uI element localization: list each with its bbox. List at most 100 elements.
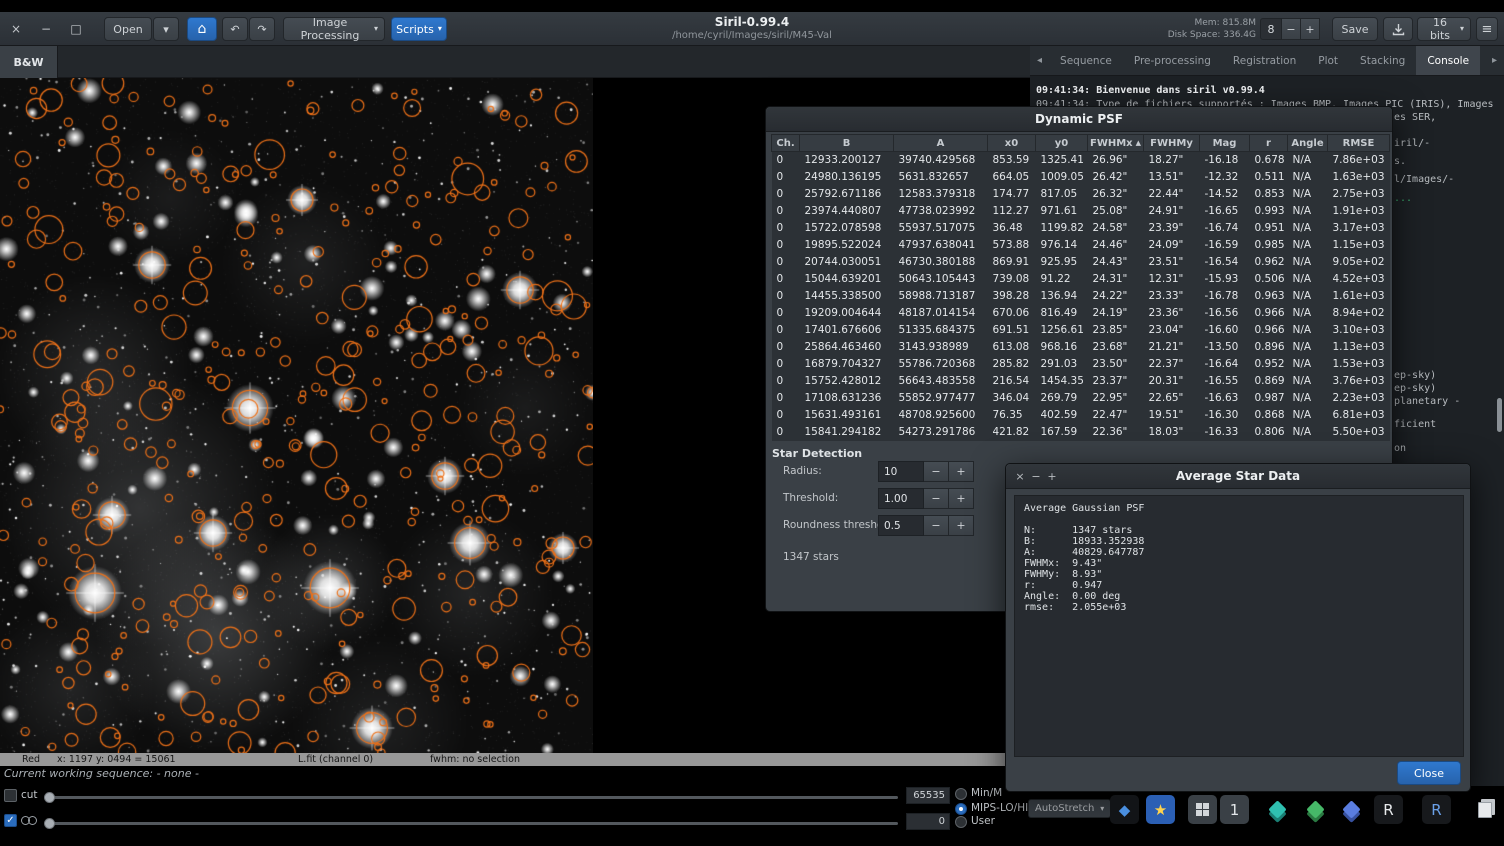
radius-spinbox[interactable]: − + xyxy=(878,461,974,482)
table-row[interactable]: 0 25792.671186 12583.379318 174.77 817.05 26.… xyxy=(771,185,1390,203)
lo-slider[interactable] xyxy=(46,822,898,825)
psf-table[interactable]: Ch. B A x0 y0 FWHMx ▲ FWHMy Mag r Angle R… xyxy=(771,134,1390,441)
table-row[interactable]: 0 15044.639201 50643.105443 739.08 91.22 24.3… xyxy=(771,270,1390,288)
column-header-angle[interactable]: Angle xyxy=(1287,134,1328,152)
table-row[interactable]: 0 20744.030051 46730.380188 869.91 925.95 24.… xyxy=(771,253,1390,271)
column-header-a[interactable]: A xyxy=(893,134,988,152)
column-header-fwhmy[interactable]: FWHMy xyxy=(1143,134,1200,152)
scripts-menu-button[interactable]: Scripts ▾ xyxy=(391,17,447,41)
console-scrollbar[interactable] xyxy=(1497,398,1502,432)
roundness-decrement-button[interactable]: − xyxy=(924,515,949,536)
open-dropdown-button[interactable]: ▾ xyxy=(153,17,179,41)
image-processing-menu-button[interactable]: Image Processing ▾ xyxy=(283,16,385,42)
table-row[interactable]: 0 14455.338500 58988.713187 398.28 136.94 24.… xyxy=(771,287,1390,305)
threshold-spinbox[interactable]: − + xyxy=(878,488,974,509)
table-row[interactable]: 0 19209.004644 48187.014154 670.06 816.49 24.… xyxy=(771,304,1390,322)
tab-registration[interactable]: Registration xyxy=(1222,46,1307,75)
table-row[interactable]: 0 15752.428012 56643.483558 216.54 1454.35 23… xyxy=(771,372,1390,390)
threshold-increment-button[interactable]: + xyxy=(949,488,974,509)
cut-checkbox[interactable] xyxy=(4,789,17,802)
roundness-increment-button[interactable]: + xyxy=(949,515,974,536)
roundness-input[interactable] xyxy=(878,515,924,536)
radius-increment-button[interactable]: + xyxy=(949,461,974,482)
column-header-ch[interactable]: Ch. xyxy=(771,134,800,152)
tab-bw[interactable]: B&W xyxy=(0,46,58,78)
threshold-input[interactable] xyxy=(878,488,924,509)
roundness-spinbox[interactable]: − + xyxy=(878,515,974,536)
table-row[interactable]: 0 17401.676606 51335.684375 691.51 1256.61 23… xyxy=(771,321,1390,339)
table-row[interactable]: 0 15722.078598 55937.517075 36.48 1199.82 24.… xyxy=(771,219,1390,237)
close-dialog-icon[interactable]: × xyxy=(1012,470,1028,483)
table-row[interactable]: 0 25864.463460 3143.938989 613.08 968.16 23.6… xyxy=(771,338,1390,356)
app-icon-star-bookmark[interactable]: ★ xyxy=(1146,795,1175,824)
threshold-decrement-button[interactable]: − xyxy=(924,488,949,509)
app-icon-terminal[interactable]: ◆ xyxy=(1110,795,1139,824)
app-icon-layers-teal[interactable] xyxy=(1263,795,1292,824)
table-row[interactable]: 0 15841.294182 54273.291786 421.82 167.59 22.… xyxy=(771,423,1390,441)
app-icon-r-light[interactable]: R xyxy=(1374,795,1403,824)
table-row[interactable]: 0 12933.200127 39740.429568 853.59 1325.41 26… xyxy=(771,151,1390,169)
app-icon-workspace-1[interactable]: 1 xyxy=(1220,795,1249,824)
column-header-y0[interactable]: y0 xyxy=(1035,134,1088,152)
maximize-dialog-icon[interactable]: + xyxy=(1044,470,1060,483)
app-icon-r-blue[interactable]: R xyxy=(1422,795,1451,824)
close-window-icon[interactable]: × xyxy=(6,12,26,46)
hi-slider[interactable] xyxy=(46,796,898,799)
hi-slider-handle[interactable] xyxy=(44,792,55,803)
table-row[interactable]: 0 19895.522024 47937.638041 573.88 976.14 24.… xyxy=(771,236,1390,254)
avg-dialog-titlebar[interactable]: × − + Average Star Data xyxy=(1006,464,1470,489)
redo-button[interactable]: ↷ xyxy=(249,17,275,41)
column-header-r[interactable]: r xyxy=(1249,134,1288,152)
save-button[interactable]: Save xyxy=(1332,17,1378,41)
column-header-fwhmx[interactable]: FWHMx ▲ xyxy=(1087,134,1144,152)
app-icon-layers-green[interactable] xyxy=(1301,795,1330,824)
column-header-rmse[interactable]: RMSE xyxy=(1327,134,1390,152)
minimize-dialog-icon[interactable]: − xyxy=(1028,470,1044,483)
column-header-mag[interactable]: Mag xyxy=(1199,134,1250,152)
home-button[interactable]: ⌂ xyxy=(187,17,217,41)
close-button[interactable]: Close xyxy=(1397,761,1461,785)
table-row[interactable]: 0 16879.704327 55786.720368 285.82 291.03 23.… xyxy=(771,355,1390,373)
table-row[interactable]: 0 17108.631236 55852.977477 346.04 269.79 22.… xyxy=(771,389,1390,407)
app-icon-layers-blue[interactable] xyxy=(1337,795,1366,824)
tab-plot[interactable]: Plot xyxy=(1307,46,1349,75)
autostretch-dropdown[interactable]: AutoStretch ▾ xyxy=(1028,799,1112,818)
console-line-fragment: l/Images/- xyxy=(1394,174,1455,185)
app-icon-documents[interactable] xyxy=(1470,795,1499,824)
table-row[interactable]: 0 15631.493161 48708.925600 76.35 402.59 22.4… xyxy=(771,406,1390,424)
tab-console[interactable]: Console xyxy=(1416,46,1481,75)
tab-stacking[interactable]: Stacking xyxy=(1349,46,1416,75)
radius-input[interactable] xyxy=(878,461,924,482)
maximize-window-icon[interactable]: □ xyxy=(66,12,86,46)
threads-decrement-button[interactable]: − xyxy=(1282,18,1301,40)
undo-button[interactable]: ↶ xyxy=(222,17,248,41)
table-cell: 0.511 xyxy=(1249,168,1288,186)
image-canvas[interactable] xyxy=(0,78,593,753)
column-header-b[interactable]: B xyxy=(799,134,894,152)
threads-increment-button[interactable]: + xyxy=(1301,18,1320,40)
column-header-x0[interactable]: x0 xyxy=(987,134,1036,152)
radius-decrement-button[interactable]: − xyxy=(924,461,949,482)
tabs-scroll-left-icon[interactable]: ◂ xyxy=(1030,46,1049,75)
save-as-button[interactable] xyxy=(1383,17,1413,41)
tab-sequence[interactable]: Sequence xyxy=(1049,46,1123,75)
link-icon[interactable] xyxy=(21,814,43,828)
open-button[interactable]: Open xyxy=(104,17,152,41)
lo-slider-handle[interactable] xyxy=(44,818,55,829)
app-icon-grid[interactable] xyxy=(1188,795,1217,824)
table-row[interactable]: 0 24980.136195 5631.832657 664.05 1009.05 26.… xyxy=(771,168,1390,186)
minimize-window-icon[interactable]: − xyxy=(36,12,56,46)
linked-levels-checkbox[interactable]: ✓ xyxy=(4,814,17,827)
minmax-radio[interactable] xyxy=(955,788,967,800)
table-row[interactable]: 0 23974.440807 47738.023992 112.27 971.61 25.… xyxy=(771,202,1390,220)
tab-pre-processing[interactable]: Pre-processing xyxy=(1123,46,1222,75)
mips-lohi-radio[interactable] xyxy=(955,803,967,815)
hi-value-input[interactable] xyxy=(906,787,950,804)
hamburger-menu-button[interactable]: ≡ xyxy=(1476,17,1498,41)
psf-dialog-titlebar[interactable]: Dynamic PSF xyxy=(766,107,1392,132)
table-cell: 1.13e+03 xyxy=(1327,338,1390,356)
lo-value-input[interactable] xyxy=(906,813,950,830)
user-radio[interactable] xyxy=(955,816,967,828)
bit-depth-dropdown[interactable]: 16 bits ▾ xyxy=(1417,16,1471,42)
tabs-scroll-right-icon[interactable]: ▸ xyxy=(1485,46,1504,75)
